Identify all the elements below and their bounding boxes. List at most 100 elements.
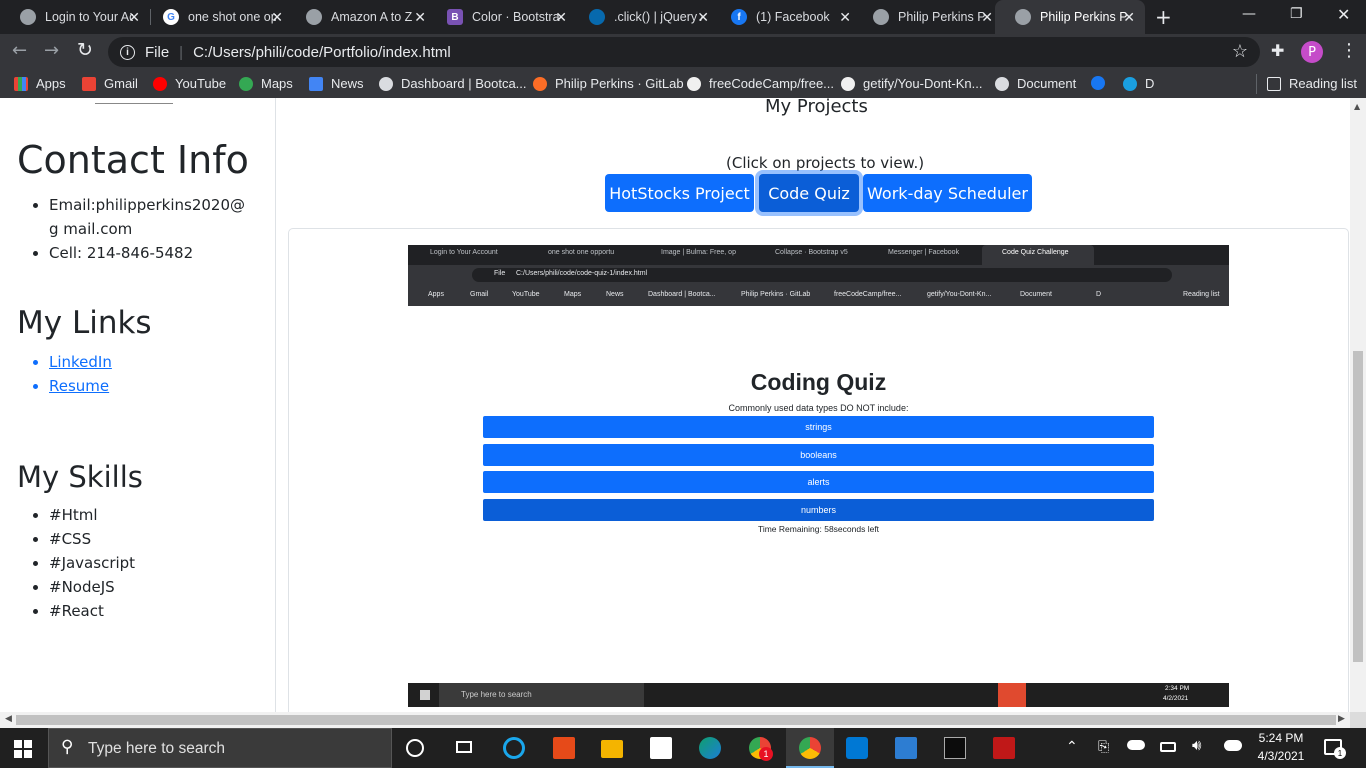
browser-tab[interactable]: .click() | jQuery API ✕: [569, 0, 719, 34]
resume-link[interactable]: Resume: [49, 377, 109, 395]
terminal-icon[interactable]: [944, 737, 966, 759]
browser-tab-active[interactable]: Philip Perkins Portfolio ✕: [995, 0, 1145, 34]
google-icon: G: [163, 9, 179, 25]
office-icon[interactable]: [553, 737, 575, 759]
store-icon[interactable]: [650, 737, 672, 759]
bookmark-youtube[interactable]: YouTube: [153, 76, 226, 91]
bookmark-gitlab[interactable]: Philip Perkins · GitLab: [533, 76, 684, 91]
bookmark-apps[interactable]: Apps: [14, 76, 66, 91]
bookmark-d[interactable]: D: [1123, 76, 1154, 91]
close-tab-icon[interactable]: ✕: [414, 9, 426, 26]
close-tab-icon[interactable]: ✕: [271, 9, 283, 26]
meet-now-icon[interactable]: ⎘: [1098, 738, 1109, 755]
horizontal-scrollbar[interactable]: ◀ ▶: [0, 712, 1350, 728]
project-screenshot[interactable]: Login to Your Account one shot one oppor…: [408, 245, 1229, 707]
browser-tab[interactable]: f (1) Facebook ✕: [711, 0, 861, 34]
close-tab-icon[interactable]: ✕: [839, 9, 851, 26]
scroll-up-icon[interactable]: ▲: [1354, 102, 1360, 111]
globe-icon: [873, 9, 889, 25]
bookmark-dashboard[interactable]: Dashboard | Bootca...: [379, 76, 527, 91]
vscode-icon[interactable]: [846, 737, 868, 759]
network-icon[interactable]: [1224, 740, 1242, 751]
browser-tab[interactable]: Login to Your Account ✕: [0, 0, 150, 34]
back-icon[interactable]: ←: [12, 40, 27, 61]
my-links-heading: My Links: [17, 305, 152, 341]
globe-icon: [20, 9, 36, 25]
preview-bookmark: Dashboard | Bootca...: [648, 291, 716, 298]
reading-list-button[interactable]: Reading list: [1267, 76, 1357, 91]
close-tab-icon[interactable]: ✕: [1123, 9, 1135, 26]
bookmark-label: Gmail: [104, 76, 138, 91]
taskbar-date[interactable]: 4/3/2021: [1256, 749, 1306, 763]
scroll-left-icon[interactable]: ◀: [5, 714, 12, 724]
menu-kebab-icon[interactable]: ⋮: [1340, 40, 1358, 61]
tab-title: (1) Facebook: [756, 10, 830, 24]
windows-start-icon[interactable]: [14, 740, 32, 758]
reload-icon[interactable]: ↻: [77, 39, 93, 61]
scrollbar-thumb[interactable]: [16, 715, 1336, 725]
browser-tab[interactable]: Amazon A to Z ✕: [286, 0, 436, 34]
bookmark-maps[interactable]: Maps: [239, 76, 293, 91]
notification-icon[interactable]: 1: [1324, 739, 1346, 759]
mcafee-icon[interactable]: [993, 737, 1015, 759]
info-icon[interactable]: i: [120, 44, 135, 60]
restore-icon[interactable]: ❐: [1290, 6, 1303, 22]
edge-icon[interactable]: [699, 737, 721, 759]
tab-title: Philip Perkins Portfolio: [898, 10, 986, 24]
preview-bookmark: D: [1096, 291, 1102, 298]
facebook-icon: f: [731, 9, 747, 25]
file-explorer-icon[interactable]: [601, 740, 623, 758]
close-tab-icon[interactable]: ✕: [981, 9, 993, 26]
close-tab-icon[interactable]: ✕: [555, 9, 567, 26]
scrollbar-thumb[interactable]: [1353, 351, 1363, 662]
preview-bookmark: YouTube: [512, 291, 540, 298]
notification-badge: 1: [1334, 747, 1346, 759]
browser-tab[interactable]: G one shot one opportunity ✕: [143, 0, 293, 34]
quiz-title: Coding Quiz: [750, 369, 887, 395]
cortana-icon[interactable]: [406, 739, 424, 757]
skill-item: #Html: [49, 503, 135, 527]
taskbar-search-box[interactable]: ⚲ Type here to search: [48, 728, 392, 768]
bookmark-document[interactable]: Document: [995, 76, 1076, 91]
minimize-icon[interactable]: —: [1242, 6, 1256, 22]
chrome-badge: 1: [759, 747, 773, 761]
task-view-icon[interactable]: [453, 737, 475, 759]
bookmark-star-icon[interactable]: ☆: [1232, 41, 1248, 62]
close-tab-icon[interactable]: ✕: [697, 9, 709, 26]
scroll-right-icon[interactable]: ▶: [1338, 714, 1345, 724]
taskbar-time[interactable]: 5:24 PM: [1258, 731, 1304, 745]
browser-tab[interactable]: Philip Perkins Portfolio ✕: [853, 0, 1003, 34]
volume-icon[interactable]: 🔊︎: [1192, 737, 1201, 754]
bookmark-gmail[interactable]: Gmail: [82, 76, 138, 91]
new-tab-icon[interactable]: +: [1155, 5, 1172, 29]
bookmark-news[interactable]: News: [309, 76, 364, 91]
edge-legacy-icon[interactable]: [503, 737, 525, 759]
close-tab-icon[interactable]: ✕: [128, 9, 140, 26]
skill-item: #CSS: [49, 527, 135, 551]
photos-icon[interactable]: [895, 737, 917, 759]
profile-avatar[interactable]: P: [1301, 41, 1323, 63]
chrome-canary-icon[interactable]: 1: [749, 737, 773, 761]
bookmark-freecodecamp[interactable]: freeCodeCamp/free...: [687, 76, 834, 91]
browser-tab[interactable]: B Color · Bootstrap ✕: [427, 0, 577, 34]
workday-scheduler-button[interactable]: Work-day Scheduler: [863, 174, 1032, 212]
extensions-icon[interactable]: ✚: [1271, 41, 1284, 60]
linkedin-link[interactable]: LinkedIn: [49, 353, 112, 371]
forward-icon[interactable]: →: [44, 40, 59, 61]
bookmark-getify[interactable]: getify/You-Dont-Kn...: [841, 76, 982, 91]
close-window-icon[interactable]: ✕: [1337, 5, 1350, 24]
chevron-up-icon[interactable]: ⌃: [1066, 738, 1078, 755]
hotstocks-project-button[interactable]: HotStocks Project: [605, 174, 754, 212]
bookmarks-bar: Apps Gmail YouTube Maps News Dashboard |…: [0, 70, 1366, 98]
windows-taskbar: ⚲ Type here to search 1 ⌃ ⎘ 🔊︎ 5:24 PM 4…: [0, 728, 1366, 768]
code-quiz-button[interactable]: Code Quiz: [759, 174, 859, 212]
battery-icon[interactable]: [1160, 742, 1176, 752]
preview-bookmark: Gmail: [470, 291, 489, 298]
bookmark-facebook[interactable]: [1091, 76, 1113, 90]
chrome-taskbar-active[interactable]: [786, 728, 834, 768]
bookmark-label: D: [1145, 76, 1155, 91]
browser-toolbar: ← → ↻ i File | C:/Users/phili/code/Portf…: [0, 34, 1366, 70]
vertical-scrollbar[interactable]: ▲: [1350, 98, 1366, 712]
onedrive-icon[interactable]: [1127, 740, 1145, 750]
address-bar[interactable]: i File | C:/Users/phili/code/Portfolio/i…: [108, 37, 1260, 67]
